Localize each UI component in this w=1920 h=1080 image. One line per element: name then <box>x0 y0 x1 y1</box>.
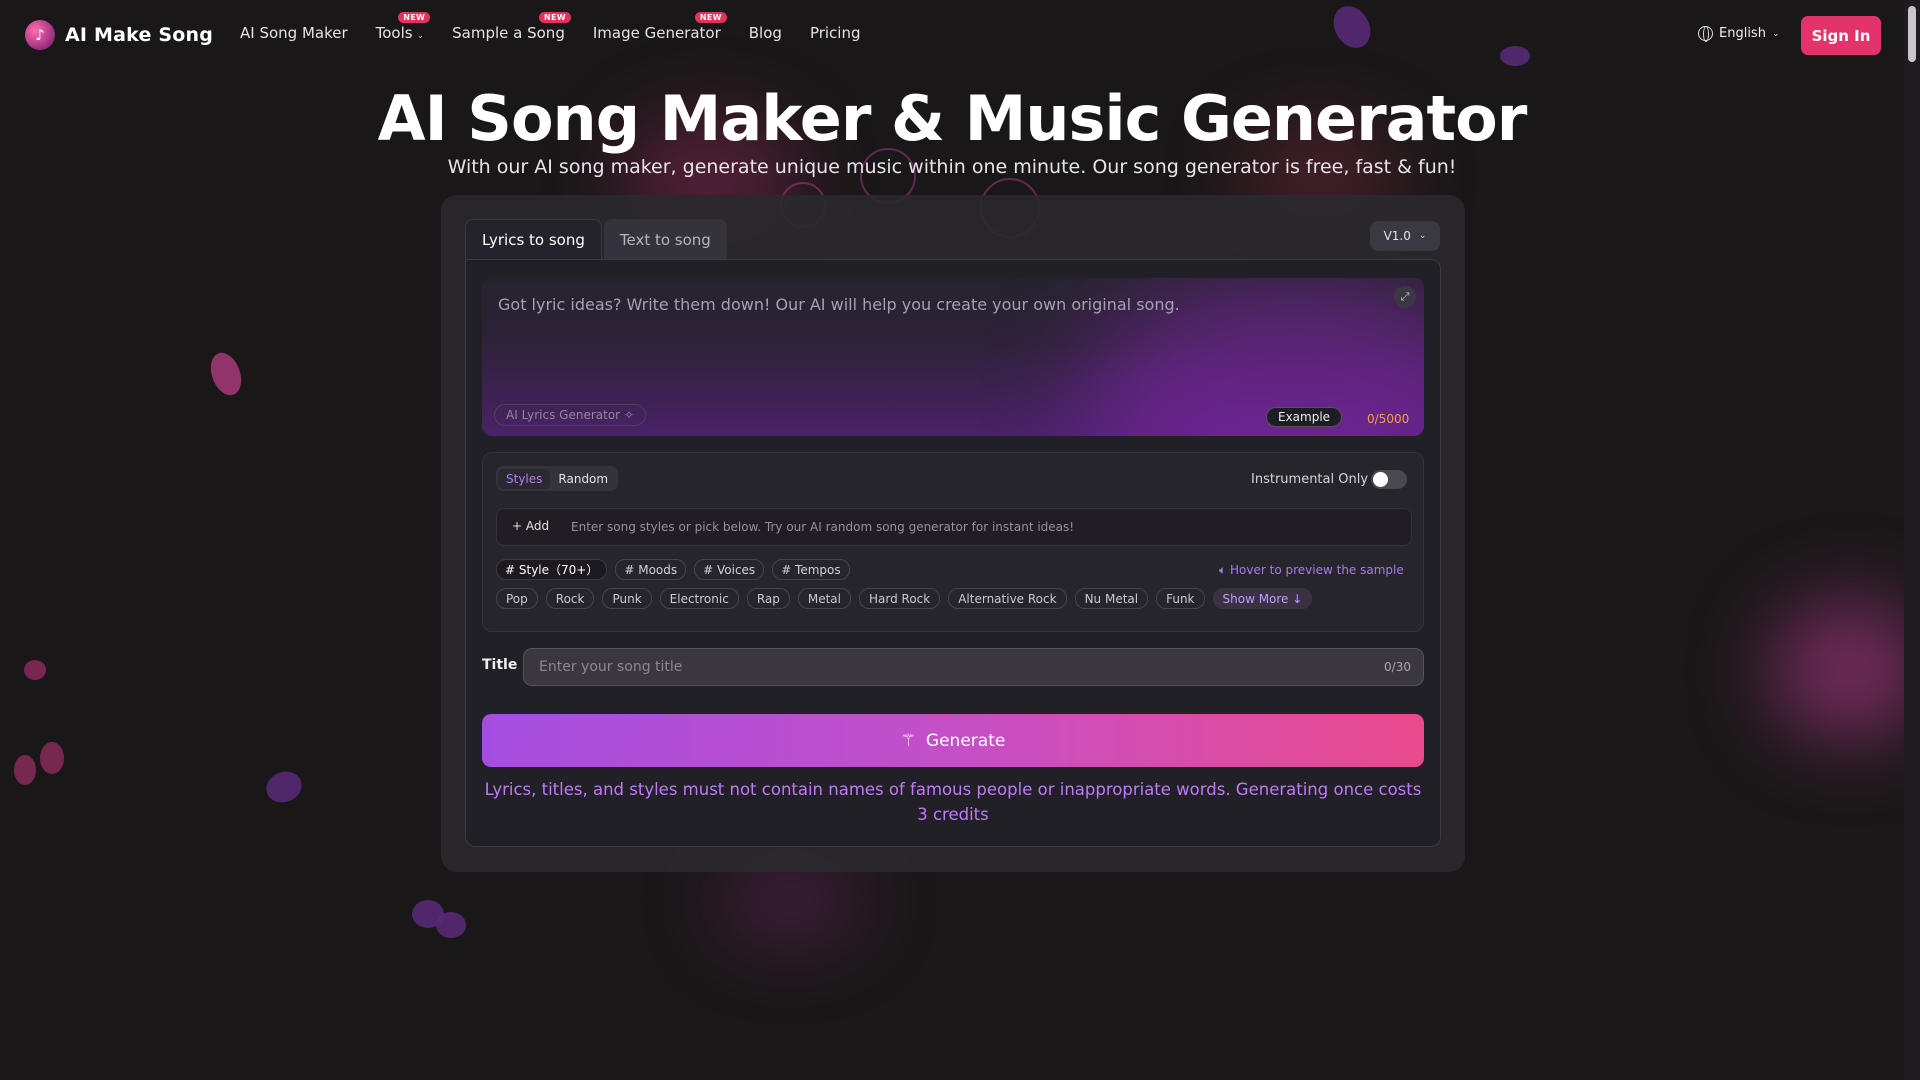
nav-image-generator[interactable]: Image Generator NEW <box>592 12 727 42</box>
ai-lyrics-generator-button[interactable]: AI Lyrics Generator ✧ <box>494 404 647 426</box>
preview-hint-label: Hover to preview the sample <box>1230 563 1404 577</box>
nav-sample-a-song[interactable]: Sample a Song NEW <box>452 12 571 42</box>
show-more-button[interactable]: Show More ↓ <box>1212 588 1313 609</box>
globe-icon <box>1698 26 1713 42</box>
style-tag[interactable]: Metal <box>797 588 851 609</box>
title-label: Title <box>482 657 518 673</box>
styles-section: Styles Random Instrumental Only + Add En… <box>482 452 1424 632</box>
nav-link-label: Pricing <box>809 24 861 42</box>
bg-music-note <box>40 742 64 774</box>
bg-glow <box>1770 600 1920 740</box>
ai-lyrics-generator-label: AI Lyrics Generator <box>506 408 621 422</box>
style-tag[interactable]: Funk <box>1156 588 1205 609</box>
instrumental-toggle[interactable] <box>1371 470 1407 489</box>
bg-music-note <box>412 900 444 928</box>
scrollbar[interactable] <box>1904 0 1920 1080</box>
top-nav: ♪ AI Make Song AI Song Maker Tools ⌄ NEW … <box>0 0 1904 72</box>
nav-link-label: AI Song Maker <box>240 24 348 42</box>
style-tag[interactable]: Rock <box>545 588 595 609</box>
lyrics-textarea[interactable]: Got lyric ideas? Write them down! Our AI… <box>482 278 1424 436</box>
example-button[interactable]: Example <box>1266 407 1343 427</box>
lyrics-placeholder: Got lyric ideas? Write them down! Our AI… <box>498 295 1180 314</box>
style-input-placeholder: Enter song styles or pick below. Try our… <box>571 520 1075 534</box>
add-style-button[interactable]: + Add <box>512 519 549 533</box>
credits-notice: Lyrics, titles, and styles must not cont… <box>484 780 1422 824</box>
style-filters: # Style（70+） # Moods # Voices # Tempos <box>496 559 858 580</box>
magic-wand-icon: ⚚ <box>900 730 916 751</box>
logo-icon: ♪ <box>25 20 55 50</box>
page-title: AI Song Maker & Music Generator <box>377 82 1528 155</box>
tab-text-to-song[interactable]: Text to song <box>603 219 727 260</box>
style-tag[interactable]: Rap <box>746 588 790 609</box>
new-badge: NEW <box>398 12 431 23</box>
language-label: English <box>1719 26 1766 41</box>
nav-link-label: Image Generator <box>592 24 721 42</box>
preview-hint: 🔈︎ Hover to preview the sample <box>1219 563 1404 578</box>
filter-tempos[interactable]: # Tempos <box>772 559 850 580</box>
page-subtitle: With our AI song maker, generate unique … <box>447 156 1457 178</box>
nav-pricing[interactable]: Pricing <box>810 24 861 42</box>
tab-lyrics-to-song[interactable]: Lyrics to song <box>465 219 602 260</box>
style-tag[interactable]: Hard Rock <box>859 588 941 609</box>
mode-tabs: Lyrics to song Text to song <box>465 219 727 260</box>
nav-link-label: Sample a Song <box>452 24 565 42</box>
nav-links: AI Song Maker Tools ⌄ NEW Sample a Song N… <box>240 12 889 42</box>
style-tag[interactable]: Nu Metal <box>1074 588 1149 609</box>
chevron-down-icon: ⌄ <box>416 31 425 41</box>
nav-link-label: Tools <box>375 24 413 42</box>
bg-music-note <box>436 912 466 938</box>
style-tag[interactable]: Pop <box>496 588 538 609</box>
instrumental-label: Instrumental Only <box>1251 472 1369 487</box>
style-input[interactable]: + Add Enter song styles or pick below. T… <box>496 508 1412 546</box>
style-tag[interactable]: Electronic <box>659 588 739 609</box>
bg-music-note <box>14 755 36 785</box>
version-label: V1.0 <box>1383 229 1411 243</box>
style-tag[interactable]: Punk <box>602 588 652 609</box>
style-tags: Pop Rock Punk Electronic Rap Metal Hard … <box>496 588 1320 609</box>
nav-blog[interactable]: Blog <box>749 24 782 42</box>
chevron-down-icon: ⌄ <box>1771 28 1780 39</box>
generate-label: Generate <box>925 730 1006 751</box>
styles-random-toggle: Styles Random <box>496 466 619 491</box>
title-placeholder: Enter your song title <box>539 659 683 675</box>
nav-tools[interactable]: Tools ⌄ NEW <box>375 12 431 42</box>
chevron-down-icon: ⌄ <box>1418 231 1427 241</box>
lyrics-char-counter: 0/5000 <box>1367 412 1410 426</box>
bg-music-note <box>24 660 46 680</box>
version-select[interactable]: V1.0 ⌄ <box>1370 221 1440 251</box>
sparkle-icon: ✧ <box>623 408 635 422</box>
filter-style[interactable]: # Style（70+） <box>496 559 608 580</box>
app-name: AI Make Song <box>65 24 214 46</box>
expand-icon[interactable]: ⤢ <box>1394 286 1416 308</box>
filter-moods[interactable]: # Moods <box>615 559 687 580</box>
segment-random[interactable]: Random <box>550 469 616 489</box>
bg-music-note <box>261 766 307 808</box>
filter-voices[interactable]: # Voices <box>694 559 765 580</box>
language-selector[interactable]: English ⌄ <box>1698 26 1780 42</box>
title-char-counter: 0/30 <box>1384 660 1411 674</box>
new-badge: NEW <box>538 12 571 23</box>
bg-music-note <box>205 348 247 400</box>
nav-link-label: Blog <box>748 24 782 42</box>
logo[interactable]: ♪ AI Make Song <box>25 20 213 50</box>
new-badge: NEW <box>694 12 727 23</box>
style-tag[interactable]: Alternative Rock <box>948 588 1067 609</box>
bg-glow <box>720 860 860 940</box>
sign-in-button[interactable]: Sign In <box>1801 16 1881 55</box>
title-input[interactable]: Enter your song title 0/30 <box>523 648 1424 686</box>
generate-button[interactable]: ⚚ Generate <box>482 714 1424 767</box>
nav-ai-song-maker[interactable]: AI Song Maker <box>240 24 348 42</box>
speaker-icon: 🔈︎ <box>1219 563 1227 577</box>
scrollbar-thumb[interactable] <box>1908 6 1916 62</box>
segment-styles[interactable]: Styles <box>498 468 551 489</box>
